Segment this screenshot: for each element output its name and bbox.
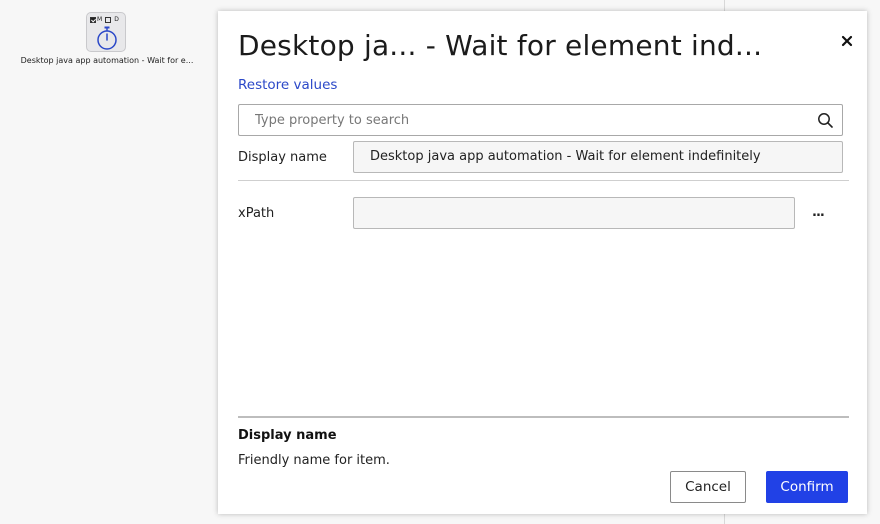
node-badges: M D: [90, 16, 119, 23]
dialog-title: Desktop ja... - Wait for element ind...: [238, 29, 763, 62]
cancel-button[interactable]: Cancel: [670, 471, 746, 503]
help-text: Friendly name for item.: [238, 453, 390, 468]
search-icon[interactable]: [817, 112, 834, 129]
badge-d-label: D: [114, 16, 119, 23]
confirm-button[interactable]: Confirm: [766, 471, 848, 503]
xpath-label: xPath: [238, 206, 275, 221]
close-icon[interactable]: [838, 32, 856, 50]
section-divider: [238, 180, 849, 181]
badge-m-label: M: [97, 16, 103, 23]
xpath-field[interactable]: [353, 197, 795, 229]
more-options-button[interactable]: ...: [812, 205, 825, 220]
checkbox-checked-icon[interactable]: [90, 16, 96, 23]
checkbox-unchecked-icon[interactable]: [105, 16, 112, 23]
properties-dialog: Desktop ja... - Wait for element ind... …: [218, 11, 867, 514]
display-name-label: Display name: [238, 150, 327, 165]
activity-node-label: Desktop java app automation - Wait for e…: [20, 56, 194, 65]
help-title: Display name: [238, 428, 337, 443]
activity-node[interactable]: M D: [86, 12, 126, 52]
help-divider: [238, 416, 849, 418]
stopwatch-icon: [97, 26, 117, 50]
property-search-input[interactable]: [239, 105, 809, 135]
property-search: [238, 104, 843, 136]
restore-values-link[interactable]: Restore values: [238, 77, 337, 93]
display-name-field[interactable]: Desktop java app automation - Wait for e…: [353, 141, 843, 173]
